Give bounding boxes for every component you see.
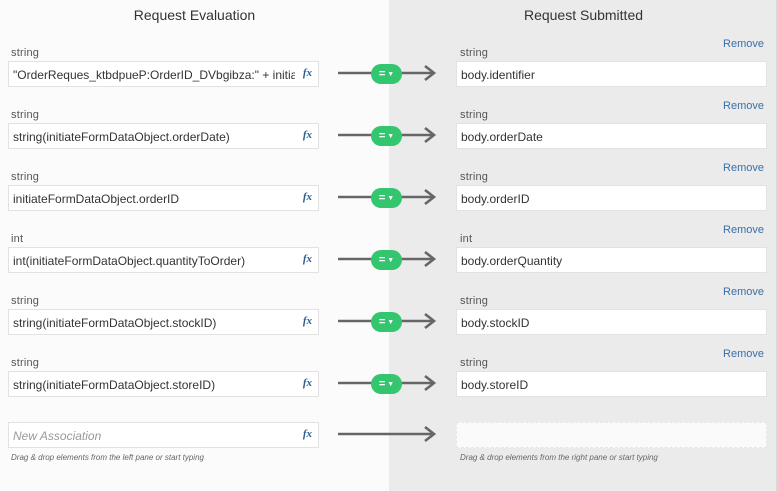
fx-icon[interactable]: fx xyxy=(303,129,312,141)
target-type-label: string xyxy=(460,47,489,59)
target-field-text: body.orderID xyxy=(461,192,530,206)
source-expression-field[interactable]: int(initiateFormDataObject.quantityToOrd… xyxy=(8,247,319,273)
caret-down-icon: ▼ xyxy=(387,133,395,140)
operator-dropdown[interactable]: = ▼ xyxy=(371,250,402,270)
mapping-row: int int Remove int(initiateFormDataObjec… xyxy=(0,224,778,295)
source-expression-field[interactable]: initiateFormDataObject.orderID fx xyxy=(8,185,319,211)
source-expression-text: string(initiateFormDataObject.orderDate) xyxy=(13,130,230,144)
source-type-label: string xyxy=(11,109,40,121)
operator-label: = xyxy=(378,254,386,266)
new-association-placeholder: New Association xyxy=(13,429,102,443)
fx-icon[interactable]: fx xyxy=(303,377,312,389)
target-field[interactable]: body.orderID xyxy=(456,185,767,211)
operator-dropdown[interactable]: = ▼ xyxy=(371,188,402,208)
right-arrow-icon xyxy=(338,425,437,443)
target-type-label: string xyxy=(460,109,489,121)
source-expression-text: string(initiateFormDataObject.stockID) xyxy=(13,316,217,330)
target-field-text: body.identifier xyxy=(461,68,535,82)
remove-mapping-link[interactable]: Remove xyxy=(723,286,764,298)
target-field-text: body.orderQuantity xyxy=(461,254,563,268)
target-field[interactable]: body.stockID xyxy=(456,309,767,335)
mapping-row: string string Remove string(initiateForm… xyxy=(0,100,778,171)
target-pane-title: Request Submitted xyxy=(523,7,644,23)
remove-mapping-link[interactable]: Remove xyxy=(723,224,764,236)
source-expression-field[interactable]: string(initiateFormDataObject.orderDate)… xyxy=(8,123,319,149)
source-type-label: string xyxy=(11,357,40,369)
remove-mapping-link[interactable]: Remove xyxy=(723,162,764,174)
source-type-label: string xyxy=(11,295,40,307)
target-type-label: string xyxy=(460,295,489,307)
target-field[interactable]: body.orderDate xyxy=(456,123,767,149)
operator-label: = xyxy=(378,130,386,142)
target-field-text: body.orderDate xyxy=(461,130,543,144)
fx-icon[interactable]: fx xyxy=(303,428,312,440)
operator-label: = xyxy=(378,316,386,328)
caret-down-icon: ▼ xyxy=(387,71,395,78)
source-expression-field[interactable]: "OrderReques_ktbdpueP:OrderID_DVbgibza:"… xyxy=(8,61,319,87)
fx-icon[interactable]: fx xyxy=(303,315,312,327)
operator-dropdown[interactable]: = ▼ xyxy=(371,64,402,84)
fx-icon[interactable]: fx xyxy=(303,191,312,203)
operator-dropdown[interactable]: = ▼ xyxy=(371,374,402,394)
target-field[interactable]: body.orderQuantity xyxy=(456,247,767,273)
target-type-label: string xyxy=(460,357,489,369)
remove-mapping-link[interactable]: Remove xyxy=(723,348,764,360)
caret-down-icon: ▼ xyxy=(387,195,395,202)
target-field-text: body.storeID xyxy=(461,378,529,392)
operator-label: = xyxy=(378,68,386,80)
remove-mapping-link[interactable]: Remove xyxy=(723,100,764,112)
caret-down-icon: ▼ xyxy=(387,319,395,326)
source-type-label: string xyxy=(11,171,40,183)
operator-dropdown[interactable]: = ▼ xyxy=(371,312,402,332)
left-pane-hint: Drag & drop elements from the left pane … xyxy=(11,453,204,462)
operator-dropdown[interactable]: = ▼ xyxy=(371,126,402,146)
source-expression-field[interactable]: string(initiateFormDataObject.storeID) f… xyxy=(8,371,319,397)
caret-down-icon: ▼ xyxy=(387,257,395,264)
source-expression-text: "OrderReques_ktbdpueP:OrderID_DVbgibza:"… xyxy=(13,68,295,82)
operator-label: = xyxy=(378,378,386,390)
right-pane-hint: Drag & drop elements from the right pane… xyxy=(460,453,658,462)
source-type-label: string xyxy=(11,47,40,59)
new-association-row: New Association fx Drag & drop elements … xyxy=(0,408,778,470)
fx-icon[interactable]: fx xyxy=(303,67,312,79)
new-association-target-field[interactable] xyxy=(456,422,767,448)
operator-label: = xyxy=(378,192,386,204)
caret-down-icon: ▼ xyxy=(387,381,395,388)
source-expression-text: initiateFormDataObject.orderID xyxy=(13,192,180,206)
source-expression-field[interactable]: string(initiateFormDataObject.stockID) f… xyxy=(8,309,319,335)
target-field[interactable]: body.storeID xyxy=(456,371,767,397)
source-expression-text: int(initiateFormDataObject.quantityToOrd… xyxy=(13,254,246,268)
target-field[interactable]: body.identifier xyxy=(456,61,767,87)
new-association-input[interactable]: New Association fx xyxy=(8,422,319,448)
source-pane-title: Request Evaluation xyxy=(133,7,256,23)
remove-mapping-link[interactable]: Remove xyxy=(723,38,764,50)
source-expression-text: string(initiateFormDataObject.storeID) xyxy=(13,378,216,392)
mapping-row: string string Remove initiateFormDataObj… xyxy=(0,162,778,233)
target-field-text: body.stockID xyxy=(461,316,530,330)
mapping-row: string string Remove string(initiateForm… xyxy=(0,286,778,357)
mapping-row: string string Remove "OrderReques_ktbdpu… xyxy=(0,38,778,109)
source-type-label: int xyxy=(11,233,24,245)
fx-icon[interactable]: fx xyxy=(303,253,312,265)
target-type-label: string xyxy=(460,171,489,183)
target-type-label: int xyxy=(460,233,473,245)
